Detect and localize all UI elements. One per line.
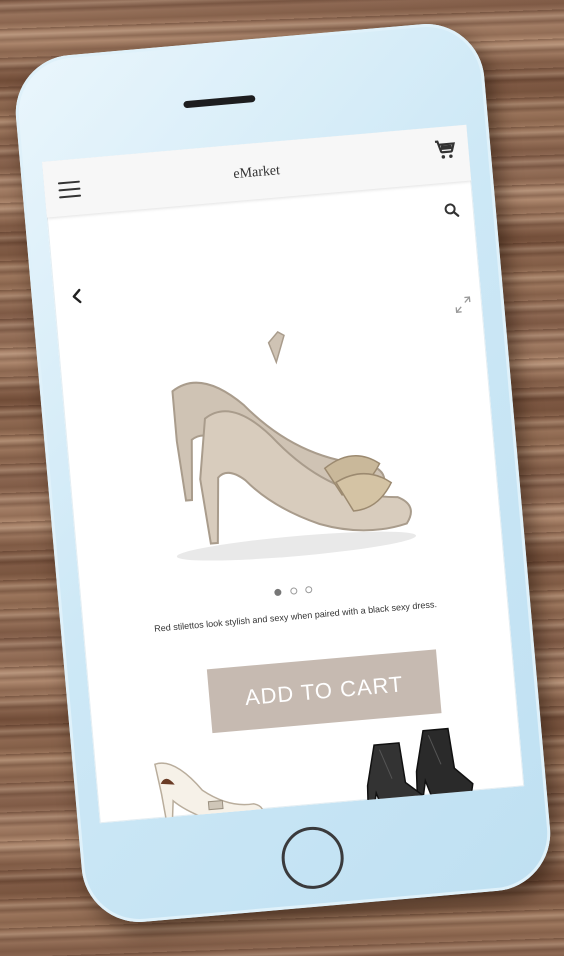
chevron-left-icon[interactable] <box>69 287 85 306</box>
carousel-indicator <box>80 563 506 618</box>
carousel-dot[interactable] <box>289 587 298 595</box>
expand-icon[interactable] <box>453 295 473 315</box>
product-image-shoe <box>127 311 427 574</box>
app-screen: eMarket Red stilettos look stylish and s… <box>41 124 525 824</box>
phone-device: eMarket Red stilettos look stylish and s… <box>10 19 556 927</box>
carousel-dot[interactable] <box>304 585 313 594</box>
carousel-dot[interactable] <box>274 588 282 597</box>
shopping-cart-icon[interactable] <box>431 136 459 164</box>
search-icon[interactable] <box>443 202 460 219</box>
app-title: eMarket <box>232 163 281 183</box>
desk-background: eMarket Red stilettos look stylish and s… <box>0 0 564 956</box>
phone-speaker <box>183 95 256 109</box>
phone-home-button[interactable] <box>279 824 347 892</box>
add-to-cart-button[interactable]: ADD TO CART <box>206 649 442 734</box>
related-product-white-pump[interactable] <box>144 745 271 824</box>
related-product-black-bootie[interactable] <box>333 721 480 823</box>
app-header: eMarket <box>41 124 472 218</box>
